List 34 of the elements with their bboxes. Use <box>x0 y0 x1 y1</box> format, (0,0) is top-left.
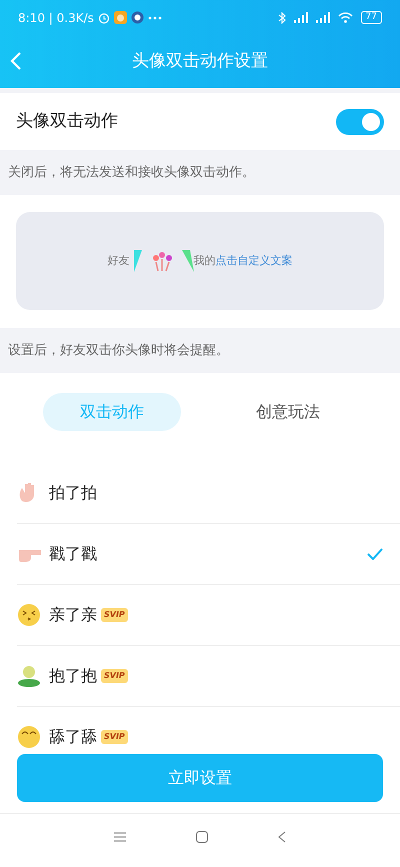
hugging-figure-icon <box>17 664 41 688</box>
signal-icon <box>294 12 308 23</box>
hint-text: 设置后，好友双击你头像时将会提醒。 <box>8 342 229 360</box>
hint-text: 关闭后，将无法发送和接收头像双击动作。 <box>8 164 255 182</box>
page-title: 头像双击动作设置 <box>132 50 268 73</box>
svip-tag: SVIP <box>101 608 128 622</box>
action-option[interactable]: 亲了亲 <box>49 603 97 627</box>
back-icon[interactable] <box>278 831 286 843</box>
preview-text: 好友 <box>108 252 130 269</box>
home-icon[interactable] <box>196 831 208 843</box>
kissing-face-icon <box>17 603 41 627</box>
app-icon <box>130 11 144 24</box>
battery-indicator: 77 <box>360 11 382 24</box>
bluetooth-icon <box>278 12 286 24</box>
tab[interactable]: 创意玩法 <box>219 393 357 431</box>
menu-icon[interactable] <box>114 832 126 842</box>
slash-mark-icon <box>182 249 194 273</box>
alarm-clock-icon <box>98 12 110 24</box>
action-option[interactable]: 戳了戳 <box>49 542 97 566</box>
action-option[interactable]: 拍了拍 <box>49 481 97 505</box>
more-dots-icon <box>148 16 162 20</box>
preview-text: 我的 <box>194 252 216 269</box>
face-icon <box>17 725 41 749</box>
svip-tag: SVIP <box>101 669 128 683</box>
action-option[interactable]: 舔了舔 <box>49 725 97 749</box>
action-option[interactable]: 抱了抱 <box>49 664 97 688</box>
toggle-switch[interactable] <box>336 108 384 134</box>
wifi-icon <box>338 12 353 23</box>
status-time: 8:10 | 0.3K/s <box>18 10 94 26</box>
svip-tag: SVIP <box>101 730 128 744</box>
preview-card[interactable]: 好友 我的点击自定义文案 <box>16 212 384 310</box>
signal-icon <box>316 12 330 23</box>
setting-label: 头像双击动作 <box>16 110 118 133</box>
app-icon <box>114 11 127 24</box>
